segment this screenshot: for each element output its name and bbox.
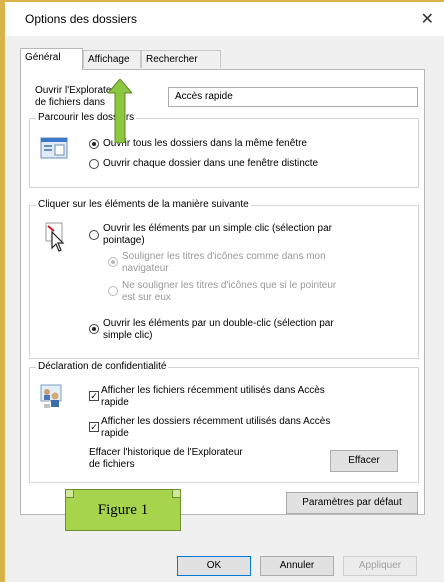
- clear-history-button[interactable]: Effacer: [330, 450, 398, 472]
- apply-button[interactable]: Appliquer: [343, 556, 417, 576]
- open-explorer-select[interactable]: Accès rapide ⌄: [168, 87, 418, 107]
- checkbox-recent-files[interactable]: ✓: [89, 391, 99, 401]
- recent-files-label-line1: Afficher les fichiers récemment utilisés…: [101, 385, 325, 396]
- chevron-down-icon: ⌄: [175, 90, 184, 101]
- privacy-title: Déclaration de confidentialité: [36, 361, 169, 373]
- double-click-label-line1: Ouvrir les éléments par un double-clic (…: [103, 318, 334, 329]
- radio-double-click[interactable]: [89, 324, 99, 334]
- cancel-button[interactable]: Annuler: [260, 556, 334, 576]
- underline-hover-label-line1: Ne souligner les titres d'icônes que si …: [122, 280, 337, 291]
- option-same-window-label: Ouvrir tous les dossiers dans la même fe…: [103, 138, 307, 149]
- clear-history-label-line1: Effacer l'historique de l'Explorateur: [89, 447, 243, 458]
- underline-browser-label-line2: navigateur: [122, 263, 169, 274]
- tab-view[interactable]: Affichage: [83, 50, 141, 68]
- single-click-label-line2: pointage): [103, 235, 145, 246]
- underline-browser-label-line1: Souligner les titres d'icônes comme dans…: [122, 251, 326, 262]
- general-tab-panel: Ouvrir l'Explorateur de fichiers dans Ac…: [20, 69, 425, 515]
- annotation-arrow-up-icon: [108, 79, 132, 143]
- folder-options-dialog: Options des dossiers ✕ Général Affichage…: [0, 0, 444, 582]
- checkbox-recent-folders[interactable]: ✓: [89, 422, 99, 432]
- radio-underline-hover[interactable]: [108, 286, 118, 296]
- radio-single-click[interactable]: [89, 230, 99, 240]
- double-click-label-line2: simple clic): [103, 330, 153, 341]
- restore-defaults-button[interactable]: Paramètres par défaut: [286, 492, 418, 514]
- window-title: Options des dossiers: [25, 12, 138, 26]
- pointer-hand-icon: [44, 222, 66, 254]
- click-items-group: Cliquer sur les éléments de la manière s…: [29, 199, 419, 359]
- open-explorer-label-line2: de fichiers dans: [35, 97, 106, 108]
- tab-search[interactable]: Rechercher: [141, 50, 221, 68]
- radio-underline-browser[interactable]: [108, 257, 118, 267]
- close-icon[interactable]: ✕: [421, 9, 434, 28]
- option-new-window-label: Ouvrir chaque dossier dans une fenêtre d…: [103, 158, 319, 169]
- single-click-label-line1: Ouvrir les éléments par un simple clic (…: [103, 223, 332, 234]
- underline-hover-label-line2: est sur eux: [122, 292, 171, 303]
- radio-same-window[interactable]: [89, 139, 99, 149]
- title-bar: Options des dossiers ✕: [5, 2, 444, 36]
- recent-folders-label-line1: Afficher les dossiers récemment utilisés…: [101, 416, 331, 427]
- folder-window-icon: [40, 137, 68, 159]
- privacy-users-icon: [38, 382, 66, 410]
- recent-files-label-line2: rapide: [101, 397, 129, 408]
- tab-general[interactable]: Général: [20, 48, 83, 70]
- recent-folders-label-line2: rapide: [101, 428, 129, 439]
- radio-new-window[interactable]: [89, 159, 99, 169]
- clear-history-label-line2: de fichiers: [89, 459, 135, 470]
- click-items-title: Cliquer sur les éléments de la manière s…: [36, 199, 251, 211]
- browse-folders-group: Parcourir les dossiers Ouvrir tous les d…: [29, 112, 419, 188]
- ok-button[interactable]: OK: [177, 556, 251, 576]
- window-edge-left: [0, 0, 5, 582]
- figure-label: Figure 1: [65, 489, 181, 531]
- privacy-group: Déclaration de confidentialité ✓ Affiche…: [29, 361, 419, 483]
